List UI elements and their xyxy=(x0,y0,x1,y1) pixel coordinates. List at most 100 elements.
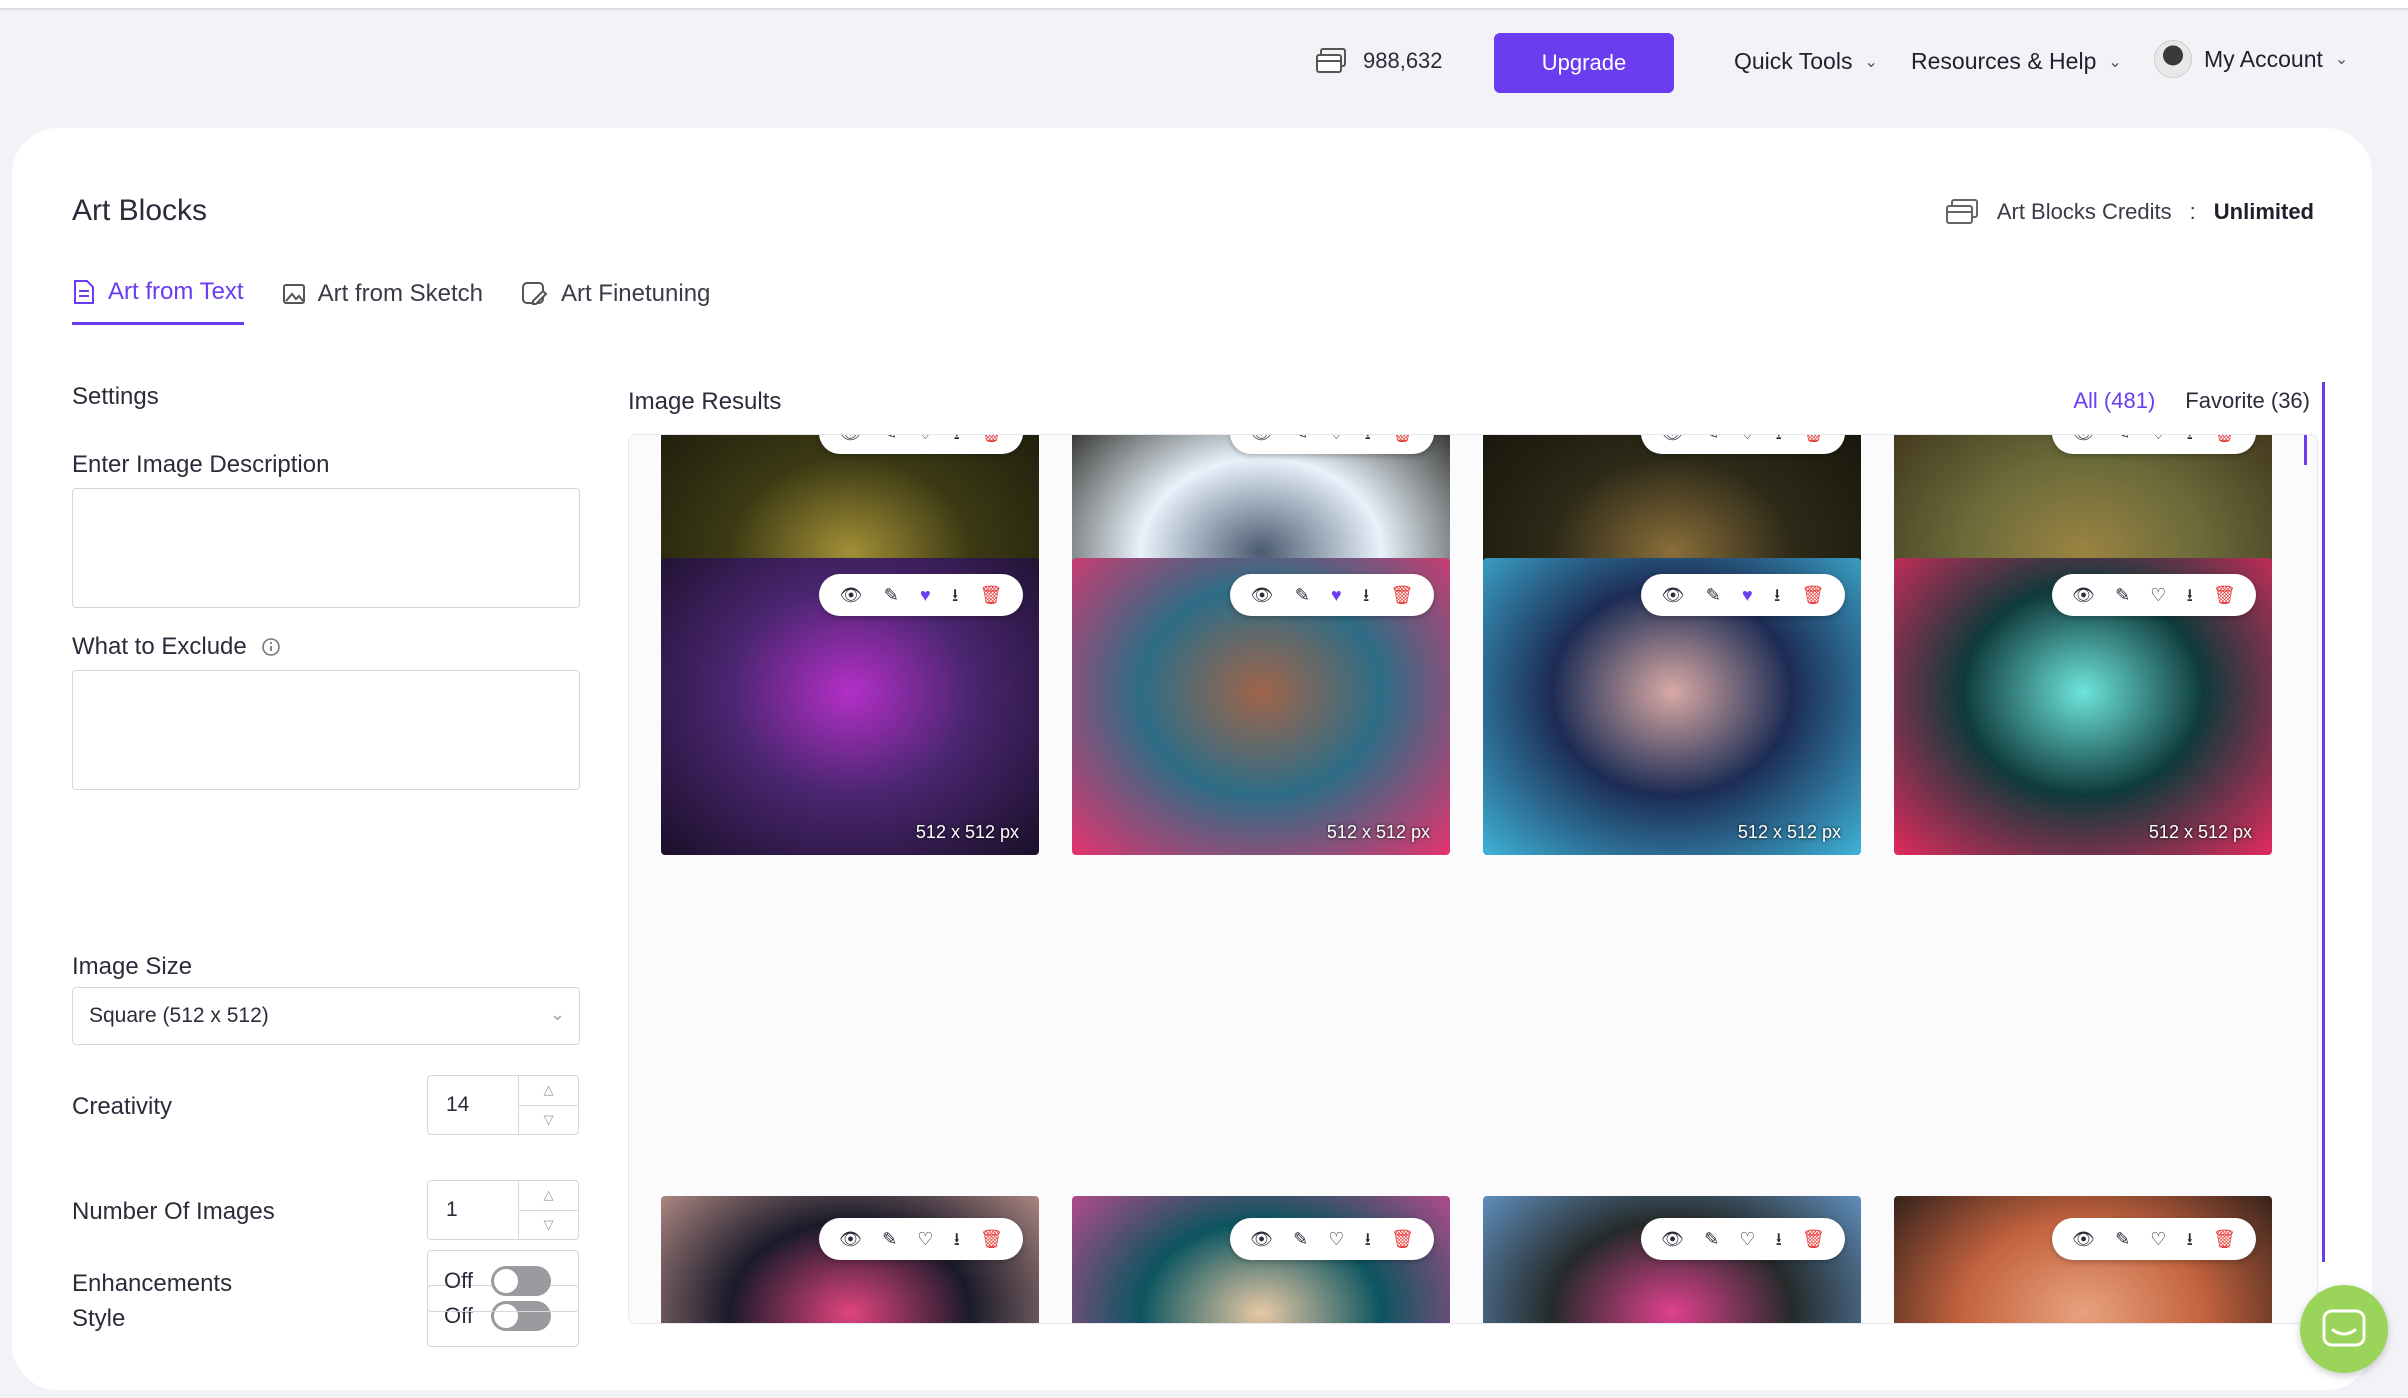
download-icon[interactable]: ⭳ xyxy=(1363,586,1369,604)
heart-icon[interactable]: ♡ xyxy=(1739,435,1755,442)
decrement-icon[interactable]: ▽ xyxy=(519,1211,578,1240)
decrement-icon[interactable]: ▽ xyxy=(519,1106,578,1135)
creativity-value[interactable]: 14 xyxy=(428,1076,518,1134)
download-icon[interactable]: ⭳ xyxy=(954,1230,960,1248)
resources-menu[interactable]: Resources & Help ⌄ xyxy=(1911,48,2122,75)
trash-icon[interactable]: 🗑 xyxy=(1802,1230,1825,1248)
enhancements-switch[interactable] xyxy=(490,1266,551,1296)
increment-icon[interactable]: △ xyxy=(519,1181,578,1211)
heart-icon[interactable]: ♡ xyxy=(2150,1230,2166,1248)
edit-icon[interactable]: ✎ xyxy=(2115,435,2130,442)
image-tile[interactable]: 👁 ✎ ♥ ⭳ 🗑 512 x 512 px xyxy=(1483,558,1861,855)
exclude-input[interactable] xyxy=(72,670,580,790)
trash-icon[interactable]: 🗑 xyxy=(1391,1230,1414,1248)
creativity-stepper[interactable]: 14 △ ▽ xyxy=(427,1075,579,1135)
heart-icon[interactable]: ♡ xyxy=(2150,586,2166,604)
download-icon[interactable]: ⭳ xyxy=(1776,1230,1782,1248)
tab-art-from-text[interactable]: Art from Text xyxy=(72,278,244,325)
image-tile[interactable]: 👁 ✎ ♡ ⭳ 🗑 xyxy=(1483,1196,1861,1323)
heart-icon[interactable]: ♥ xyxy=(1331,586,1342,604)
enhancements-toggle[interactable]: Off xyxy=(427,1250,579,1312)
heart-icon[interactable]: ♡ xyxy=(917,435,933,442)
trash-icon[interactable]: 🗑 xyxy=(980,435,1003,442)
edit-icon[interactable]: ✎ xyxy=(2115,586,2130,604)
edit-icon[interactable]: ✎ xyxy=(1706,586,1721,604)
image-dimensions: 512 x 512 px xyxy=(2148,822,2252,842)
eye-icon[interactable]: 👁 xyxy=(2072,1230,2095,1248)
eye-icon[interactable]: 👁 xyxy=(1661,1230,1684,1248)
edit-icon[interactable]: ✎ xyxy=(1293,435,1308,442)
num-images-stepper[interactable]: 1 △ ▽ xyxy=(427,1180,579,1240)
edit-icon[interactable]: ✎ xyxy=(1295,586,1310,604)
image-tile[interactable]: 👁 ✎ ♥ ⭳ 🗑 512 x 512 px xyxy=(1072,558,1450,855)
eye-icon[interactable]: 👁 xyxy=(1661,435,1684,442)
heart-icon[interactable]: ♡ xyxy=(917,1230,933,1248)
eye-icon[interactable]: 👁 xyxy=(839,1230,862,1248)
image-tile[interactable]: 👁 ✎ ♥ ⭳ 🗑 512 x 512 px xyxy=(661,558,1039,855)
info-icon[interactable] xyxy=(261,637,281,657)
download-icon[interactable]: ⭳ xyxy=(952,586,958,604)
download-icon[interactable]: ⭳ xyxy=(1365,1230,1371,1248)
upgrade-button[interactable]: Upgrade xyxy=(1494,33,1674,93)
increment-icon[interactable]: △ xyxy=(519,1076,578,1106)
heart-icon[interactable]: ♥ xyxy=(1742,586,1753,604)
quick-tools-menu[interactable]: Quick Tools ⌄ xyxy=(1734,48,1878,75)
edit-icon[interactable]: ✎ xyxy=(884,586,899,604)
edit-icon[interactable]: ✎ xyxy=(1704,1230,1719,1248)
image-tile[interactable]: 👁 ✎ ♡ ⭳ 🗑 xyxy=(1072,1196,1450,1323)
eye-icon[interactable]: 👁 xyxy=(1250,1230,1273,1248)
tab-art-from-sketch[interactable]: Art from Sketch xyxy=(282,278,483,325)
image-size-select[interactable]: Square (512 x 512) ⌄ xyxy=(72,987,580,1045)
download-icon[interactable]: ⭳ xyxy=(2187,435,2193,442)
heart-icon[interactable]: ♡ xyxy=(1739,1230,1755,1248)
eye-icon[interactable]: 👁 xyxy=(1662,586,1685,604)
heart-icon[interactable]: ♡ xyxy=(1328,1230,1344,1248)
eye-icon[interactable]: 👁 xyxy=(839,435,862,442)
chat-button[interactable] xyxy=(2300,1285,2388,1373)
heart-icon[interactable]: ♡ xyxy=(1328,435,1344,442)
tab-art-finetuning[interactable]: Art Finetuning xyxy=(521,278,710,325)
results-scrollbar[interactable] xyxy=(2322,382,2325,1262)
edit-icon[interactable]: ✎ xyxy=(2115,1230,2130,1248)
trash-icon[interactable]: 🗑 xyxy=(2213,435,2236,442)
image-toolbar: 👁 ✎ ♥ ⭳ 🗑 xyxy=(819,574,1023,616)
trash-icon[interactable]: 🗑 xyxy=(2213,586,2236,604)
download-icon[interactable]: ⭳ xyxy=(954,435,960,442)
creativity-label-text: Creativity xyxy=(72,1093,173,1120)
download-icon[interactable]: ⭳ xyxy=(2187,586,2193,604)
heart-icon[interactable]: ♥ xyxy=(920,586,931,604)
download-icon[interactable]: ⭳ xyxy=(1776,435,1782,442)
filter-all[interactable]: All (481) xyxy=(2073,388,2155,414)
image-toolbar: 👁 ✎ ♡ ⭳ 🗑 xyxy=(2052,435,2256,454)
download-icon[interactable]: ⭳ xyxy=(2187,1230,2193,1248)
filter-favorite[interactable]: Favorite (36) xyxy=(2185,388,2310,414)
edit-icon[interactable]: ✎ xyxy=(1704,435,1719,442)
top-navigation: 988,632 Upgrade Quick Tools ⌄ Resources … xyxy=(0,28,2408,100)
description-input[interactable] xyxy=(72,488,580,608)
eye-icon[interactable]: 👁 xyxy=(2072,435,2095,442)
trash-icon[interactable]: 🗑 xyxy=(1802,435,1825,442)
image-tile[interactable]: 👁 ✎ ♡ ⭳ 🗑 512 x 512 px xyxy=(1894,558,2272,855)
num-images-value[interactable]: 1 xyxy=(428,1181,518,1239)
eye-icon[interactable]: 👁 xyxy=(1250,435,1273,442)
eye-icon[interactable]: 👁 xyxy=(1251,586,1274,604)
trash-icon[interactable]: 🗑 xyxy=(1391,435,1414,442)
eye-icon[interactable]: 👁 xyxy=(2072,586,2095,604)
heart-icon[interactable]: ♡ xyxy=(2150,435,2166,442)
account-menu[interactable]: My Account ⌄ xyxy=(2154,40,2348,78)
trash-icon[interactable]: 🗑 xyxy=(2213,1230,2236,1248)
edit-icon[interactable]: ✎ xyxy=(882,435,897,442)
download-icon[interactable]: ⭳ xyxy=(1365,435,1371,442)
tab-label: Art from Sketch xyxy=(317,279,483,307)
eye-icon[interactable]: 👁 xyxy=(840,586,863,604)
image-tile[interactable]: 👁 ✎ ♡ ⭳ 🗑 xyxy=(1894,1196,2272,1323)
edit-icon[interactable]: ✎ xyxy=(882,1230,897,1248)
scroll-thumb[interactable] xyxy=(2304,435,2307,465)
trash-icon[interactable]: 🗑 xyxy=(980,586,1003,604)
trash-icon[interactable]: 🗑 xyxy=(980,1230,1003,1248)
edit-icon[interactable]: ✎ xyxy=(1293,1230,1308,1248)
image-tile[interactable]: 👁 ✎ ♡ ⭳ 🗑 xyxy=(661,1196,1039,1323)
trash-icon[interactable]: 🗑 xyxy=(1802,586,1825,604)
trash-icon[interactable]: 🗑 xyxy=(1391,586,1414,604)
download-icon[interactable]: ⭳ xyxy=(1774,586,1780,604)
